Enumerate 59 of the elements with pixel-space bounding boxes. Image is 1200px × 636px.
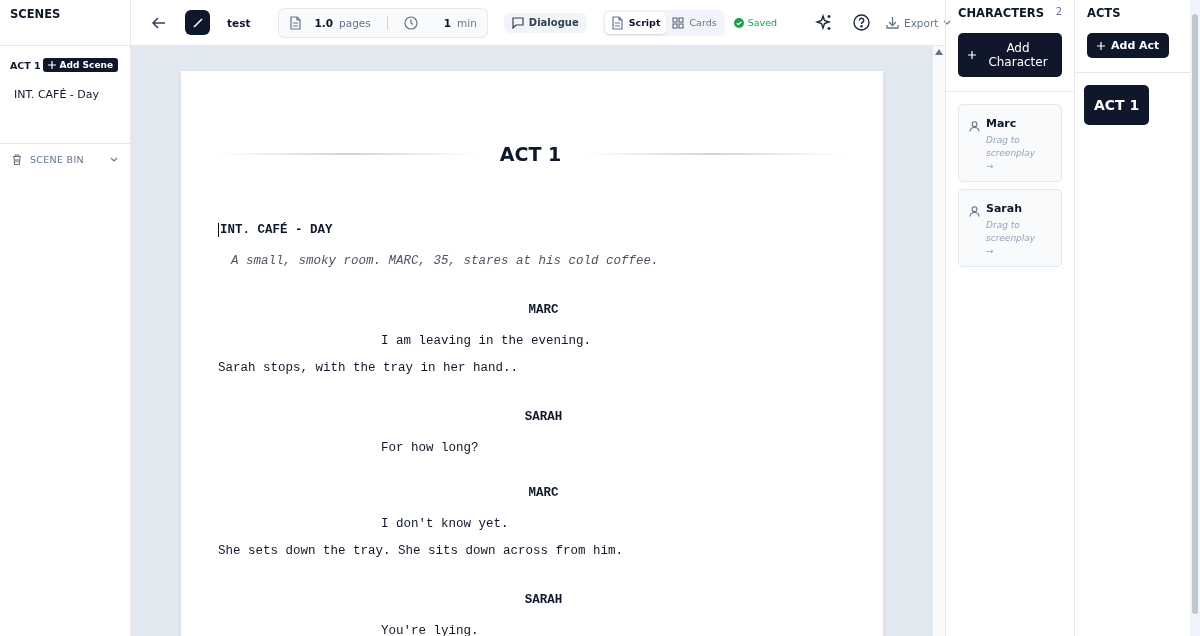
panel-title: SCENES	[10, 7, 61, 21]
person-icon	[969, 206, 980, 217]
check-circle-icon	[733, 17, 744, 28]
panel-title: ACTS	[1087, 6, 1121, 20]
add-act-button[interactable]: Add Act	[1087, 33, 1170, 58]
character-count: 2	[1055, 6, 1062, 19]
export-button[interactable]: Export	[882, 16, 956, 29]
saved-status: Saved	[747, 17, 777, 28]
view-tab[interactable]: Script	[604, 11, 667, 34]
scene-item[interactable]: INT. CAFÉ - Day	[14, 88, 100, 101]
scene-heading: INT. CAFÉ - DAY	[218, 223, 333, 237]
help-icon[interactable]	[853, 14, 870, 31]
plus-icon	[968, 51, 976, 59]
character-name: MARC	[528, 303, 559, 317]
act-heading: ACT 1	[499, 143, 562, 165]
panel-title: CHARACTERS	[958, 6, 1044, 20]
plus-icon	[47, 61, 56, 69]
document-icon	[289, 15, 303, 30]
scene-bin-toggle[interactable]: SCENE BIN	[0, 144, 130, 175]
pen-logo-icon[interactable]	[185, 10, 210, 35]
add-scene-button[interactable]: Add Scene	[42, 58, 118, 72]
dialogue-line: You're lying.	[381, 624, 479, 636]
scrollbar-thumb[interactable]	[1192, 14, 1198, 614]
page-unit: pages	[339, 16, 371, 29]
dialogue-line: I don't know yet.	[381, 517, 509, 531]
trash-icon	[12, 154, 22, 165]
character-name: SARAH	[524, 593, 563, 607]
dialogue-line: For how long?	[381, 441, 479, 455]
character-name: Marc	[986, 117, 1018, 130]
sparkle-icon[interactable]	[815, 13, 833, 32]
character-name: MARC	[528, 486, 559, 500]
document-icon	[610, 15, 624, 30]
person-icon	[969, 121, 980, 132]
add-character-button[interactable]: Add Character	[958, 33, 1062, 77]
clock-icon	[403, 15, 418, 30]
page-count: 1.0	[314, 16, 334, 29]
act-label: ACT 1	[10, 59, 41, 71]
plus-icon	[1097, 41, 1105, 50]
drag-hint: Drag to screenplay →	[986, 219, 1037, 258]
act-card[interactable]: ACT 1	[1084, 85, 1150, 125]
minute-unit: min	[457, 16, 477, 29]
character-name: SARAH	[524, 410, 563, 424]
action-line: A small, smoky room. MARC, 35, stares at his cold coffee.	[231, 254, 659, 268]
drag-hint: Drag to screenplay →	[986, 134, 1037, 173]
document-title: test	[227, 16, 251, 29]
minute-count: 1	[443, 16, 452, 29]
speech-bubble-icon	[511, 16, 524, 29]
view-tab[interactable]: Cards	[666, 11, 723, 34]
character-name: Sarah	[986, 202, 1024, 215]
character-card[interactable]: Marc Drag to screenplay →	[958, 104, 1062, 182]
back-arrow-icon[interactable]	[151, 14, 167, 31]
dialogue-button[interactable]: Dialogue	[503, 12, 587, 33]
scroll-up-icon[interactable]	[935, 49, 943, 55]
action-line: She sets down the tray. She sits down across from him.	[218, 544, 624, 558]
grid-icon	[672, 16, 685, 29]
action-line: Sarah stops, with the tray in her hand..	[218, 361, 519, 375]
download-icon	[886, 16, 899, 29]
dialogue-line: I am leaving in the evening.	[381, 334, 592, 348]
character-card[interactable]: Sarah Drag to screenplay →	[958, 189, 1062, 267]
